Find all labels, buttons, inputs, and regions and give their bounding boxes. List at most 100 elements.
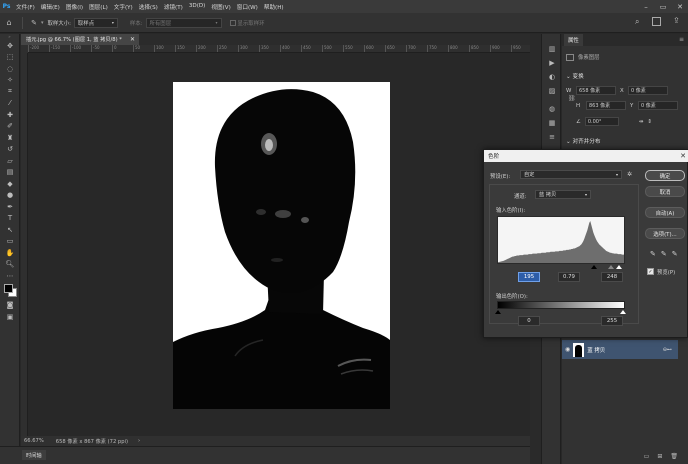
workspace-icon[interactable] [652,17,661,26]
angle-field[interactable]: 0.00° [584,117,619,126]
cancel-button[interactable]: 取消 [645,186,685,197]
input-gamma-slider[interactable] [608,265,614,269]
timeline-tab[interactable]: 时间轴 [22,450,46,460]
canvas-area[interactable] [28,53,530,436]
output-white-slider[interactable] [620,310,626,314]
gradient-tool-icon[interactable]: ▤ [0,167,20,179]
height-field[interactable]: 863 像素 [586,101,626,110]
home-icon[interactable]: ⌂ [0,18,18,27]
marquee-tool-icon[interactable]: ⬚ [0,52,20,64]
tool-preset-chevron-icon[interactable]: ▾ [41,20,44,26]
history-brush-icon[interactable]: ↺ [0,144,20,156]
output-white-field[interactable]: 255 [601,316,623,326]
share-icon[interactable]: ⇪ [673,16,680,25]
sample-select[interactable]: 所有图层 ▾ [145,17,222,28]
options-button[interactable]: 选项(T)... [645,228,685,239]
menu-item[interactable]: 文件(F) [13,3,38,11]
color-swatches[interactable] [0,282,20,300]
menu-item[interactable]: 窗口(W) [234,3,261,11]
output-black-slider[interactable] [495,310,501,314]
menu-item[interactable]: 选择(S) [136,3,161,11]
menu-item[interactable]: 图层(L) [86,3,111,11]
libraries-panel-icon[interactable]: ▨ [542,84,562,98]
maximize-icon[interactable]: ▭ [657,0,669,13]
channel-select[interactable]: 蓝 拷贝 ▾ [535,190,591,199]
visibility-eye-icon[interactable]: ◉ [565,346,570,353]
blur-tool-icon[interactable]: ◆ [0,178,20,190]
move-tool-icon[interactable]: ✥ [0,40,20,52]
align-section[interactable]: ⌄ 对齐并分布 [566,137,600,145]
swatches-panel-icon[interactable]: ▦ [542,116,562,130]
input-black-field[interactable]: 195 [518,272,540,282]
layer-effects-icon[interactable]: ⊖⊷ [663,347,672,353]
type-tool-icon[interactable]: T [0,213,20,225]
status-arrow-icon[interactable]: › [138,438,140,444]
close-icon[interactable]: ✕ [680,150,686,162]
tools-panel: » ✥ ⬚ ◌ ✧ ⌗ ⁄ ✚ ✐ ♜ ↺ ▱ ▤ ◆ ● ✒ T ↖ ▭ ✋ … [0,34,20,464]
show-ring-checkbox[interactable] [229,19,236,26]
input-gamma-field[interactable]: 0.79 [558,272,580,282]
zoom-level[interactable]: 66.67% [24,438,44,444]
input-white-slider[interactable] [616,265,622,269]
width-field[interactable]: 658 像素 [576,86,616,95]
output-black-field[interactable]: 0 [518,316,540,326]
foreground-color-swatch[interactable] [4,283,13,293]
history-panel-icon[interactable]: ▥ [542,42,562,56]
quick-mask-icon[interactable]: ◙ [0,300,20,312]
transform-section[interactable]: ⌄ 变换 [566,72,584,80]
minimize-icon[interactable]: – [640,0,652,13]
document-tab[interactable]: 插元.jpg @ 66.7% (图层 1, 蓝 拷贝/8) * ✕ [21,34,139,45]
delete-layer-icon[interactable]: 🗑︎ [670,453,678,460]
auto-button[interactable]: 自动(A) [645,207,685,218]
close-tab-icon[interactable]: ✕ [130,36,135,43]
brush-panel-icon[interactable]: ≡ [542,130,562,144]
healing-brush-icon[interactable]: ✚ [0,109,20,121]
close-window-icon[interactable]: ✕ [674,0,686,13]
eyedropper-icon[interactable]: ⁄ [0,98,20,110]
menu-item[interactable]: 滤镜(T) [161,3,186,11]
y-field[interactable]: 0 像素 [638,101,678,110]
layer-row[interactable]: ◉ 蓝 拷贝 ⊖⊷ [562,340,678,359]
eyedropper-icons[interactable]: ✎✎✎ [650,250,683,258]
preset-gear-icon[interactable]: ✲ [627,171,632,178]
x-field[interactable]: 0 像素 [628,86,668,95]
dodge-tool-icon[interactable]: ● [0,190,20,202]
new-layer-icon[interactable]: ⊞ [657,453,662,460]
crop-tool-icon[interactable]: ⌗ [0,86,20,98]
input-black-slider[interactable] [591,265,597,269]
preview-checkbox[interactable]: ✓ [647,268,654,275]
path-select-tool-icon[interactable]: ↖ [0,224,20,236]
properties-tab[interactable]: 属性 [564,34,583,46]
input-white-field[interactable]: 248 [601,272,623,282]
menu-item[interactable]: 帮助(H) [261,3,287,11]
zoom-tool-icon[interactable]: 🔍︎ [0,259,20,271]
hand-tool-icon[interactable]: ✋ [0,247,20,259]
menu-item[interactable]: 3D(D) [186,3,209,11]
actions-panel-icon[interactable]: ▶ [542,56,562,70]
pen-tool-icon[interactable]: ✒ [0,201,20,213]
sample-size-select[interactable]: 取样点 ▾ [73,17,118,28]
shape-tool-icon[interactable]: ▭ [0,236,20,248]
color-panel-icon[interactable]: ◍ [542,102,562,116]
panel-menu-icon[interactable]: ≡ [679,36,684,43]
menu-item[interactable]: 文字(Y) [111,3,136,11]
menu-item[interactable]: 图像(I) [63,3,86,11]
menu-item[interactable]: 编辑(E) [38,3,63,11]
eyedropper-tool-icon[interactable]: ✎ [27,19,41,27]
adjustments-panel-icon[interactable]: ◐ [542,70,562,84]
lasso-tool-icon[interactable]: ◌ [0,63,20,75]
quick-select-tool-icon[interactable]: ✧ [0,75,20,87]
menu-item[interactable]: 视图(V) [208,3,233,11]
search-icon[interactable]: ⌕ [635,17,639,27]
stamp-tool-icon[interactable]: ♜ [0,132,20,144]
dialog-titlebar[interactable]: 色阶 ✕ [484,150,688,162]
brush-tool-icon[interactable]: ✐ [0,121,20,133]
edit-toolbar-icon[interactable]: ⋯ [0,270,20,282]
flip-icons[interactable]: ⇹⇕ [639,119,656,125]
screen-mode-icon[interactable]: ▣ [0,311,20,323]
document-image[interactable] [173,82,390,409]
preset-select[interactable]: 自定 ▾ [520,170,622,179]
new-group-icon[interactable]: ▭ [644,453,650,460]
eraser-tool-icon[interactable]: ▱ [0,155,20,167]
ok-button[interactable]: 确定 [645,170,685,181]
